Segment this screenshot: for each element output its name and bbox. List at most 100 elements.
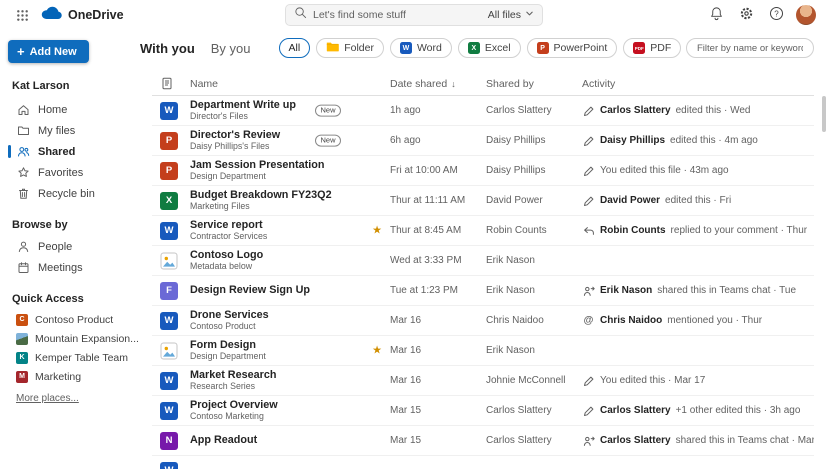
date-shared: 6h ago bbox=[390, 135, 486, 146]
file-name: Service report bbox=[190, 219, 360, 232]
date-shared: Thur at 11:11 AM bbox=[390, 195, 486, 206]
file-row[interactable]: Project Overview Contoso Marketing Mar 1… bbox=[152, 396, 814, 426]
sidebar-item-people[interactable]: People bbox=[8, 236, 136, 257]
file-name: App Readout bbox=[190, 434, 360, 447]
sidebar-item-label: Favorites bbox=[38, 167, 83, 179]
account-button[interactable] bbox=[794, 3, 818, 27]
shared-by: Erik Nason bbox=[486, 285, 582, 296]
more-places-link[interactable]: More places... bbox=[16, 393, 79, 404]
favorite-star-icon: ★ bbox=[372, 345, 382, 356]
help-button[interactable]: ? bbox=[764, 3, 788, 27]
search-input[interactable] bbox=[313, 9, 482, 21]
file-row[interactable]: Jam Session Presentation Design Departme… bbox=[152, 156, 814, 186]
filter-pills: All Folder Word Excel PowerPoint bbox=[279, 38, 682, 58]
edit-activity-icon bbox=[582, 195, 595, 207]
word-icon bbox=[400, 42, 412, 54]
tab-by-you[interactable]: By you bbox=[211, 41, 251, 56]
excel-file-icon bbox=[160, 192, 178, 210]
filter-word[interactable]: Word bbox=[390, 38, 452, 58]
file-row[interactable]: Service report Contractor Services ★ Thu… bbox=[152, 216, 814, 246]
file-row[interactable]: Contoso Logo Metadata below Wed at 3:33 … bbox=[152, 246, 814, 276]
avatar bbox=[796, 5, 816, 25]
date-shared: Mar 15 bbox=[390, 435, 486, 446]
filter-folder[interactable]: Folder bbox=[316, 38, 384, 58]
file-subtitle: Marketing Files bbox=[190, 201, 360, 212]
pdf-icon bbox=[633, 42, 645, 54]
quick-access-contoso-product[interactable]: Contoso Product bbox=[8, 310, 140, 329]
search-box[interactable]: All files bbox=[285, 4, 543, 26]
file-row[interactable]: Market Research Research Series Mar 16 J… bbox=[152, 366, 814, 396]
tab-with-you[interactable]: With you bbox=[140, 41, 195, 56]
filter-all[interactable]: All bbox=[279, 38, 311, 58]
edit-activity-icon bbox=[582, 135, 595, 147]
search-scope-label: All files bbox=[488, 9, 521, 21]
file-row[interactable] bbox=[152, 456, 814, 469]
file-row[interactable]: Form Design Design Department ★ Mar 16 E… bbox=[152, 336, 814, 366]
file-row[interactable]: Drone Services Contoso Product Mar 16 Ch… bbox=[152, 306, 814, 336]
onedrive-brand[interactable]: OneDrive bbox=[40, 5, 124, 25]
browse-by-title: Browse by bbox=[12, 219, 140, 231]
file-subtitle: Contractor Services bbox=[190, 231, 360, 242]
image-file-icon bbox=[160, 252, 178, 270]
filter-label: PowerPoint bbox=[554, 42, 608, 54]
shared-by: Daisy Phillips bbox=[486, 165, 582, 176]
sidebar-item-home[interactable]: Home bbox=[8, 99, 136, 120]
app-launcher-icon[interactable] bbox=[10, 3, 34, 27]
calendar-icon bbox=[16, 261, 30, 274]
date-shared: Fri at 10:00 AM bbox=[390, 165, 486, 176]
notifications-button[interactable] bbox=[704, 3, 728, 27]
column-name[interactable]: Name bbox=[190, 78, 390, 90]
sidebar-item-meetings[interactable]: Meetings bbox=[8, 257, 136, 278]
chevron-down-icon bbox=[525, 9, 534, 21]
search-scope-dropdown[interactable]: All files bbox=[488, 9, 534, 21]
plus-icon: + bbox=[17, 45, 25, 58]
file-row[interactable]: Director's Review Daisy Phillips's Files… bbox=[152, 126, 814, 156]
file-row[interactable]: Budget Breakdown FY23Q2 Marketing Files … bbox=[152, 186, 814, 216]
quick-access-kemper-table-team[interactable]: Kemper Table Team bbox=[8, 348, 140, 367]
activity-text: mentioned you · Thur bbox=[667, 315, 762, 326]
activity-text: edited this · Fri bbox=[665, 195, 731, 206]
quick-access-marketing[interactable]: Marketing bbox=[8, 367, 140, 386]
image-file-icon bbox=[160, 342, 178, 360]
sidebar-item-recycle-bin[interactable]: Recycle bin bbox=[8, 183, 136, 204]
activity-text: replied to your comment · Thur bbox=[671, 225, 808, 236]
filter-by-name-input[interactable] bbox=[686, 38, 814, 58]
activity-text: You edited this · Mar 17 bbox=[600, 375, 705, 386]
file-row[interactable]: Department Write up Director's Files New… bbox=[152, 96, 814, 126]
file-name: Design Review Sign Up bbox=[190, 284, 360, 297]
word-file-icon bbox=[160, 372, 178, 390]
sidebar-item-shared[interactable]: Shared bbox=[8, 141, 136, 162]
svg-text:?: ? bbox=[774, 9, 779, 18]
activity-actor: Carlos Slattery bbox=[600, 105, 671, 116]
file-row[interactable]: App Readout Mar 15 Carlos Slattery Carlo… bbox=[152, 426, 814, 456]
file-row[interactable]: Design Review Sign Up Tue at 1:23 PM Eri… bbox=[152, 276, 814, 306]
settings-button[interactable] bbox=[734, 3, 758, 27]
team-avatar-icon bbox=[16, 352, 28, 364]
add-new-button[interactable]: + Add New bbox=[8, 40, 89, 63]
file-name: Jam Session Presentation bbox=[190, 159, 360, 172]
sidebar-item-label: My files bbox=[38, 125, 75, 137]
document-column-icon[interactable] bbox=[152, 77, 190, 90]
shared-by: Carlos Slattery bbox=[486, 405, 582, 416]
sidebar-item-my-files[interactable]: My files bbox=[8, 120, 136, 141]
filter-label: Word bbox=[417, 42, 442, 54]
column-activity[interactable]: Activity bbox=[582, 78, 814, 90]
date-shared: Wed at 3:33 PM bbox=[390, 255, 486, 266]
date-shared: 1h ago bbox=[390, 105, 486, 116]
filter-powerpoint[interactable]: PowerPoint bbox=[527, 38, 618, 58]
powerpoint-file-icon bbox=[160, 132, 178, 150]
column-shared-by[interactable]: Shared by bbox=[486, 78, 582, 90]
quick-access-mountain-expansion[interactable]: Mountain Expansion... bbox=[8, 329, 140, 348]
column-date-shared[interactable]: Date shared↓ bbox=[390, 78, 486, 90]
file-name: Contoso Logo bbox=[190, 249, 360, 262]
scrollbar-thumb[interactable] bbox=[822, 96, 826, 132]
quick-access-label: Kemper Table Team bbox=[35, 352, 128, 364]
activity-text: +1 other edited this · 3h ago bbox=[676, 405, 801, 416]
trash-icon bbox=[16, 187, 30, 200]
shared-by: David Power bbox=[486, 195, 582, 206]
file-subtitle: Research Series bbox=[190, 381, 360, 392]
filter-pdf[interactable]: PDF bbox=[623, 38, 681, 58]
filter-excel[interactable]: Excel bbox=[458, 38, 521, 58]
activity-text: You edited this file · 43m ago bbox=[600, 165, 729, 176]
sidebar-item-favorites[interactable]: Favorites bbox=[8, 162, 136, 183]
